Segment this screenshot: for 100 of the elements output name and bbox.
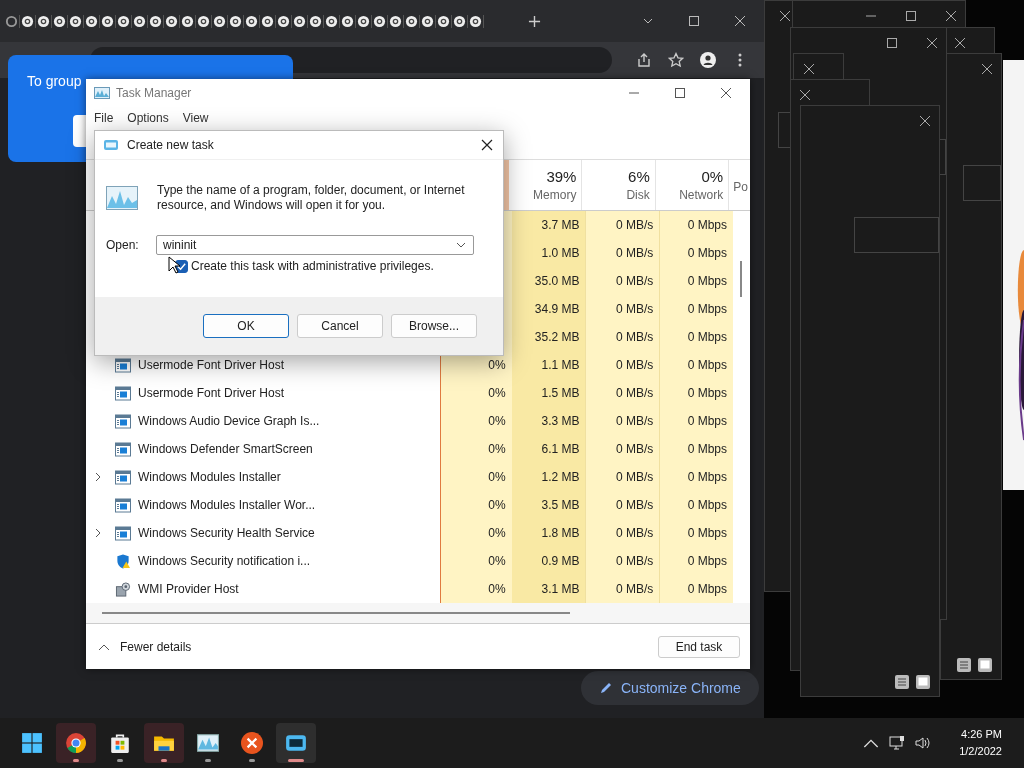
browser-tab-icon[interactable] xyxy=(404,14,420,28)
window-icon xyxy=(115,385,131,401)
maximize-icon[interactable] xyxy=(674,87,686,99)
chevron-up-icon[interactable] xyxy=(98,642,110,651)
gear-box-icon xyxy=(115,581,131,597)
loading-tab-icon[interactable] xyxy=(4,14,20,28)
close-icon[interactable] xyxy=(945,10,957,22)
menu-item[interactable]: Options xyxy=(127,111,169,125)
process-name: Windows Modules Installer xyxy=(138,470,281,484)
volume-icon[interactable] xyxy=(915,736,932,750)
browser-tab-icon[interactable] xyxy=(20,14,36,28)
column-header[interactable]: 39% Memory xyxy=(509,160,583,210)
table-cell: 1.5 MB xyxy=(511,379,586,407)
table-cell: 0 Mbps xyxy=(659,575,734,603)
browser-tab-icon[interactable] xyxy=(68,14,84,28)
checkbox-label[interactable]: Create this task with administrative privileges. xyxy=(191,259,434,273)
customize-button[interactable]: Customize Chrome xyxy=(581,671,759,705)
close-icon[interactable] xyxy=(734,15,746,27)
browser-tab-icon[interactable] xyxy=(260,14,276,28)
browser-tab-icon[interactable] xyxy=(132,14,148,28)
maximize-icon[interactable] xyxy=(688,15,700,27)
close-icon[interactable] xyxy=(481,139,493,151)
end-task-button[interactable]: End task xyxy=(658,635,740,658)
column-header[interactable]: 0% Network xyxy=(655,160,730,210)
table-cell: 0% xyxy=(439,575,512,603)
scrollbar-thumb[interactable] xyxy=(740,261,742,297)
browser-tab-icon[interactable] xyxy=(388,14,404,28)
window-view-icon[interactable] xyxy=(977,657,993,673)
browser-tab-icon[interactable] xyxy=(196,14,212,28)
taskbar-button[interactable] xyxy=(144,723,184,763)
taskbar-button[interactable] xyxy=(276,723,316,763)
profile-icon[interactable] xyxy=(700,52,716,68)
dialog-button[interactable]: Cancel xyxy=(297,314,383,338)
browser-tab-icon[interactable] xyxy=(324,14,340,28)
browser-tab-icon[interactable] xyxy=(84,14,100,28)
list-view-icon[interactable] xyxy=(894,674,910,690)
menu-item[interactable]: View xyxy=(182,111,209,125)
new-tab-icon[interactable] xyxy=(528,14,541,28)
share-icon[interactable] xyxy=(636,52,652,68)
browser-tab-icon[interactable] xyxy=(356,14,372,28)
browser-tab-icon[interactable] xyxy=(468,14,484,28)
close-icon[interactable] xyxy=(720,87,732,99)
browser-tab-icon[interactable] xyxy=(100,14,116,28)
column-header[interactable]: Po xyxy=(729,160,750,210)
table-cell: 3.5 MB xyxy=(511,491,586,519)
browser-tab-icon[interactable] xyxy=(276,14,292,28)
window-icon xyxy=(115,413,131,429)
maximize-icon[interactable] xyxy=(886,37,898,49)
menu-item[interactable]: File xyxy=(94,111,114,125)
table-cell: 0 MB/s xyxy=(585,491,660,519)
chart-icon xyxy=(106,186,138,210)
table-cell: 0 Mbps xyxy=(659,407,734,435)
close-icon[interactable] xyxy=(919,115,931,127)
browser-tab-icon[interactable] xyxy=(212,14,228,28)
browser-tab-icon[interactable] xyxy=(228,14,244,28)
browser-tab-icon[interactable] xyxy=(452,14,468,28)
dialog-button[interactable]: OK xyxy=(203,314,289,338)
table-cell: 0% xyxy=(439,435,512,463)
browser-tab-icon[interactable] xyxy=(308,14,324,28)
open-combo-box[interactable]: wininit xyxy=(156,235,474,255)
browser-tab-icon[interactable] xyxy=(180,14,196,28)
browser-tab-icon[interactable] xyxy=(292,14,308,28)
close-icon[interactable] xyxy=(954,37,966,49)
window-view-icon[interactable] xyxy=(915,674,931,690)
table-cell: 0 Mbps xyxy=(659,239,734,267)
browser-tab-icon[interactable] xyxy=(436,14,452,28)
maximize-icon[interactable] xyxy=(905,10,917,22)
list-view-icon[interactable] xyxy=(956,657,972,673)
fewer-details-link[interactable]: Fewer details xyxy=(120,639,192,654)
browser-tab-icon[interactable] xyxy=(36,14,52,28)
close-icon[interactable] xyxy=(981,63,993,75)
close-icon[interactable] xyxy=(779,10,791,22)
close-icon[interactable] xyxy=(803,63,815,75)
scrollbar-thumb[interactable] xyxy=(102,612,570,614)
pencil-icon xyxy=(599,681,613,695)
browser-tab-icon[interactable] xyxy=(244,14,260,28)
browser-tab-icon[interactable] xyxy=(148,14,164,28)
table-cell: 1.2 MB xyxy=(511,463,586,491)
expand-chevron-icon[interactable] xyxy=(94,527,102,539)
network-icon[interactable] xyxy=(889,736,906,750)
browser-tab-icon[interactable] xyxy=(116,14,132,28)
browser-tab-icon[interactable] xyxy=(52,14,68,28)
table-cell: 0 MB/s xyxy=(585,379,660,407)
column-header[interactable]: 6% Disk xyxy=(582,160,656,210)
expand-chevron-icon[interactable] xyxy=(94,471,102,483)
clock-time: 4:26 PM xyxy=(961,727,1002,742)
browser-tab-icon[interactable] xyxy=(340,14,356,28)
clock[interactable]: 4:26 PM 1/2/2022 xyxy=(955,726,1006,760)
browser-tab-icon[interactable] xyxy=(420,14,436,28)
window-icon xyxy=(115,441,131,457)
close-icon[interactable] xyxy=(926,37,938,49)
dialog-button[interactable]: Browse... xyxy=(391,314,477,338)
browser-tab-icon[interactable] xyxy=(164,14,180,28)
table-cell: 0% xyxy=(439,519,512,547)
close-icon[interactable] xyxy=(799,89,811,101)
star-icon[interactable] xyxy=(668,52,684,68)
browser-tab-icon[interactable] xyxy=(372,14,388,28)
taskbar-button[interactable] xyxy=(56,723,96,763)
table-cell: 0% xyxy=(439,379,512,407)
table-cell: 0 MB/s xyxy=(585,323,660,351)
